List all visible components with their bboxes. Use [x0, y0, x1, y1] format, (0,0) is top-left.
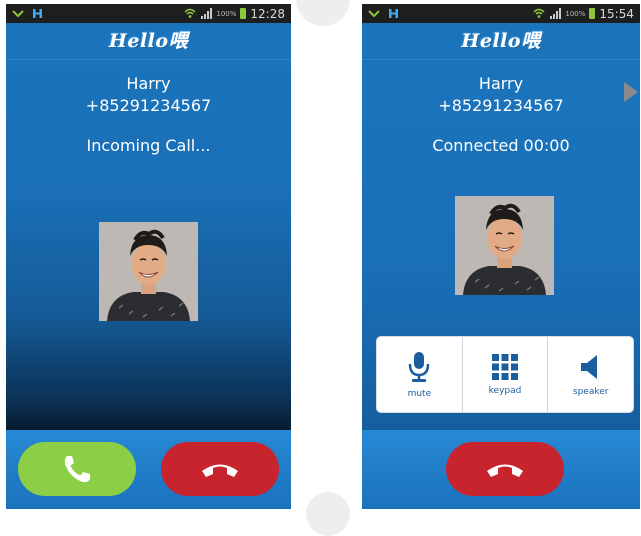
caller-name: Harry	[126, 74, 171, 93]
keypad-label: keypad	[488, 385, 522, 396]
title-divider	[6, 59, 291, 60]
answer-call-button[interactable]	[18, 442, 136, 496]
battery-icon	[240, 8, 247, 19]
mute-button[interactable]: mute	[377, 337, 463, 412]
caller-number: +85291234567	[85, 96, 212, 115]
wifi-icon	[184, 8, 196, 18]
incoming-call-screen: 100% 12:28 Hello喂 Harry +85291234567 Inc…	[6, 4, 291, 509]
app-notification-icon	[389, 9, 398, 18]
speaker-icon	[580, 354, 597, 379]
call-controls: mute keypad speaker	[376, 336, 634, 413]
keypad-icon	[492, 353, 518, 380]
decline-call-button[interactable]	[161, 442, 279, 496]
keypad-button[interactable]: keypad	[463, 337, 549, 412]
microphone-icon	[409, 351, 430, 382]
app-title: Hello喂	[461, 30, 541, 52]
background-circle-top	[296, 0, 350, 26]
status-bar: 100% 12:28	[6, 4, 291, 23]
caller-photo	[99, 222, 198, 321]
call-action-bar	[6, 430, 291, 509]
signal-icon	[550, 8, 562, 19]
signal-icon	[201, 8, 213, 19]
app-title: Hello喂	[108, 30, 189, 52]
speaker-button[interactable]: speaker	[548, 337, 633, 412]
status-time: 15:54	[599, 6, 634, 21]
caller-number: +85291234567	[438, 96, 564, 115]
end-call-button[interactable]	[446, 442, 564, 496]
caller-name: Harry	[478, 74, 524, 93]
phone-answer-icon	[64, 456, 90, 483]
speaker-label: speaker	[572, 386, 609, 397]
missed-call-notification-icon	[12, 9, 24, 17]
battery-percent: 100%	[216, 9, 237, 18]
phone-hangup-icon	[487, 464, 523, 477]
status-bar: 100% 15:54	[362, 4, 640, 23]
call-action-bar	[362, 430, 640, 509]
missed-call-notification-icon	[368, 9, 380, 17]
background-circle-bottom	[306, 492, 350, 536]
battery-percent: 100%	[565, 9, 586, 18]
connected-call-screen: 100% 15:54 Hello喂 Harry +85291234567 Con…	[362, 4, 640, 509]
caller-photo	[455, 196, 554, 295]
title-divider	[362, 59, 640, 60]
app-notification-icon	[33, 9, 42, 18]
phone-hangup-icon	[202, 464, 238, 477]
next-arrow-icon[interactable]	[624, 82, 638, 102]
battery-icon	[589, 8, 596, 19]
call-status: Incoming Call...	[86, 136, 211, 155]
mute-label: mute	[407, 388, 432, 399]
wifi-icon	[533, 8, 545, 18]
call-status: Connected 00:00	[432, 136, 570, 155]
status-time: 12:28	[250, 6, 285, 21]
